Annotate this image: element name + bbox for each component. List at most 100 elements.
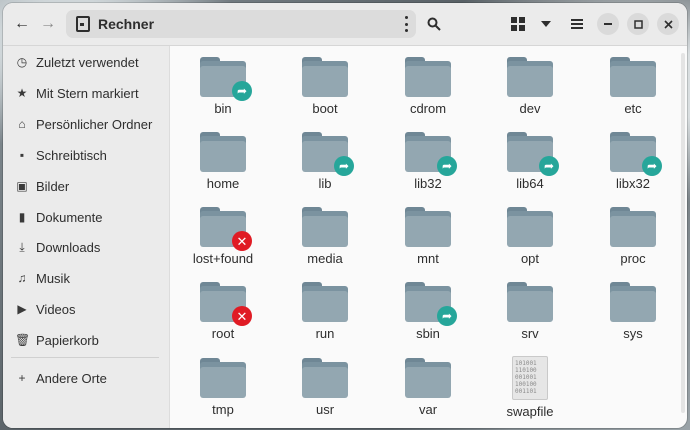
sidebar-item-label: Videos [36,301,76,317]
folder-item[interactable]: ✕ lost+found [173,199,273,271]
folder-item[interactable]: ➦ lib32 [378,124,478,196]
item-label: lib64 [516,176,544,191]
sidebar-item-videos[interactable]: ▶ Videos [3,295,169,323]
main-menu-button[interactable] [564,11,590,37]
folder-item[interactable]: ➦ lib64 [480,124,580,196]
item-label: proc [620,251,646,266]
folder-icon: ✕ [200,282,252,326]
binary-file-icon: 101001 110100 001001 100100 001101 [512,356,548,400]
sidebar-item-home[interactable]: ⌂ Persönlicher Ordner [3,110,169,138]
file-item[interactable]: 101001 110100 001001 100100 001101 swapfi… [480,350,580,422]
folder-item[interactable]: boot [275,49,375,121]
folder-item[interactable]: cdrom [378,49,478,121]
folder-item[interactable]: media [275,199,375,271]
folder-icon [405,57,451,97]
folder-item[interactable]: home [173,124,273,196]
item-label: boot [312,101,338,116]
folder-item[interactable]: var [378,350,478,422]
item-label: lost+found [192,251,254,266]
music-icon: ♫ [17,271,27,285]
chevron-down-icon [541,21,551,27]
headerbar: ← → Rechner [3,3,687,46]
folder-item[interactable]: proc [583,199,683,271]
minimize-button[interactable] [597,13,619,35]
item-label: bin [214,101,232,116]
document-icon: ▮ [18,210,26,224]
item-label: tmp [212,402,234,417]
video-icon: ▶ [17,302,27,316]
symlink-badge-icon: ➦ [437,156,457,176]
folder-item[interactable]: ✕ root [173,274,273,346]
folder-icon [302,282,348,322]
folder-item[interactable]: srv [480,274,580,346]
sidebar-item-downloads[interactable]: ⤓ Downloads [3,233,169,261]
folder-item[interactable]: ➦ sbin [378,274,478,346]
sidebar-item-desktop[interactable]: ▪ Schreibtisch [3,141,169,169]
folder-item[interactable]: usr [275,350,375,422]
folder-item[interactable]: ➦ libx32 [583,124,683,196]
sidebar-item-music[interactable]: ♫ Musik [3,264,169,292]
folder-icon [302,57,348,97]
sidebar-item-starred[interactable]: ★ Mit Stern markiert [3,79,169,107]
symlink-badge-icon: ➦ [437,306,457,326]
sidebar-item-label: Bilder [36,178,70,194]
folder-icon: ➦ [302,132,354,176]
folder-icon: ✕ [200,207,252,251]
vertical-dots-icon[interactable] [404,16,408,32]
item-label: libx32 [616,176,650,191]
folder-icon: ➦ [200,57,252,101]
folder-icon [610,57,656,97]
folder-icon [200,132,246,172]
item-label: swapfile [506,404,554,419]
folder-item[interactable]: opt [480,199,580,271]
sidebar-item-label: Downloads [36,239,101,255]
image-icon: ▣ [16,179,28,193]
close-button[interactable] [657,13,679,35]
item-label: lib [318,176,332,191]
maximize-button[interactable] [627,13,649,35]
trash-icon: 🗑 [15,333,31,347]
sidebar-item-label: Musik [36,270,70,286]
folder-item[interactable]: sys [583,274,683,346]
folder-icon [302,358,348,398]
sidebar-item-trash[interactable]: 🗑 Papierkorb [3,326,169,354]
item-label: var [418,402,438,417]
maximize-icon [633,19,643,29]
sidebar-item-recent[interactable]: ◷ Zuletzt verwendet [3,48,169,76]
plus-icon: + [18,371,26,385]
folder-icon [507,207,553,247]
folder-item[interactable]: ➦ bin [173,49,273,121]
folder-icon [405,207,451,247]
location-bar[interactable]: Rechner [66,10,416,38]
item-label: run [315,326,335,341]
item-label: sys [623,326,643,341]
folder-item[interactable]: etc [583,49,683,121]
view-toggle-button[interactable] [505,11,531,37]
folder-item[interactable]: run [275,274,375,346]
sidebar-item-label: Zuletzt verwendet [36,54,139,70]
sidebar-item-pictures[interactable]: ▣ Bilder [3,172,169,200]
download-icon: ⤓ [19,239,25,254]
sidebar-item-other-locations[interactable]: + Andere Orte [3,364,169,392]
sidebar-item-label: Papierkorb [36,332,99,348]
folder-icon [200,358,246,398]
forward-button[interactable]: → [35,11,61,37]
folder-icon: ➦ [405,282,457,326]
item-label: mnt [417,251,439,266]
back-button[interactable]: ← [9,11,35,37]
arrow-left-icon: ← [14,15,30,32]
no-access-badge-icon: ✕ [232,306,252,326]
sidebar-item-label: Dokumente [36,209,103,225]
drive-icon [76,16,90,32]
scrollbar[interactable] [681,53,685,413]
sidebar-item-documents[interactable]: ▮ Dokumente [3,203,169,231]
arrow-right-icon: → [40,15,56,32]
search-button[interactable] [421,11,447,37]
item-label: sbin [416,326,440,341]
folder-item[interactable]: mnt [378,199,478,271]
folder-item[interactable]: ➦ lib [275,124,375,196]
folder-item[interactable]: tmp [173,350,273,422]
view-options-button[interactable] [533,11,559,37]
folder-item[interactable]: dev [480,49,580,121]
folder-icon [507,57,553,97]
